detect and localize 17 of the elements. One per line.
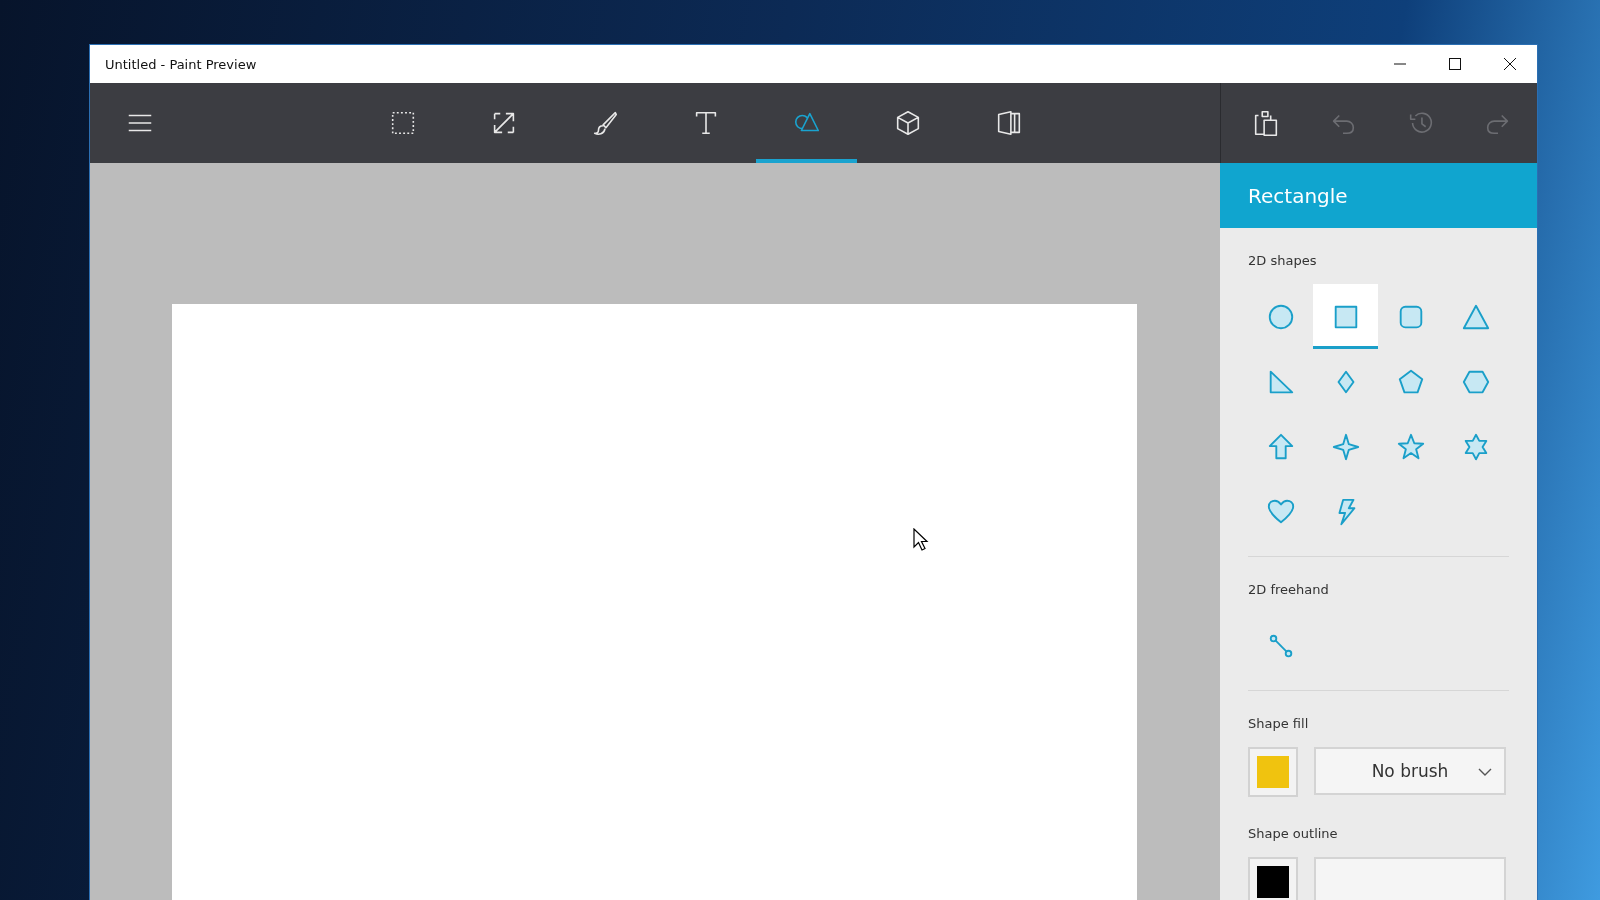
- outline-color-button[interactable]: [1248, 857, 1298, 900]
- star-icon: [1395, 431, 1426, 462]
- window-title: Untitled - Paint Preview: [104, 56, 258, 72]
- section-label: Shape fill: [1248, 715, 1310, 733]
- shape-button[interactable]: [1313, 284, 1378, 349]
- maximize-icon: [1447, 57, 1462, 71]
- section-label: 2D shapes: [1248, 252, 1318, 270]
- fill-color-button[interactable]: [1248, 747, 1298, 797]
- chevron-down-icon: [1478, 767, 1492, 777]
- outline-dropdown[interactable]: [1314, 857, 1506, 900]
- four-point-star-icon: [1330, 431, 1361, 462]
- mouse-pointer-icon: [913, 528, 929, 552]
- section-label: Shape outline: [1248, 825, 1339, 843]
- close-icon: [1502, 57, 1517, 71]
- section-label: 2D freehand: [1248, 581, 1330, 599]
- panel-title: Rectangle: [1220, 163, 1537, 228]
- fill-dropdown[interactable]: No brush: [1314, 747, 1506, 795]
